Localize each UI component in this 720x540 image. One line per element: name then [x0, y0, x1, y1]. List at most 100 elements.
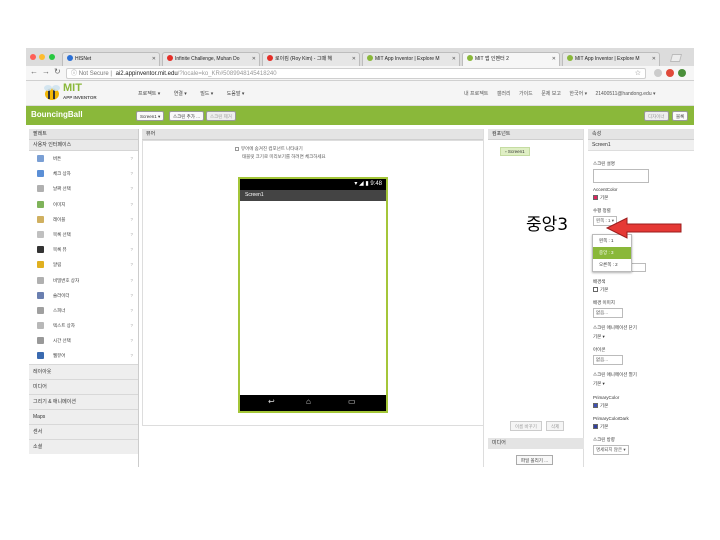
help-icon[interactable]: ?: [130, 273, 133, 288]
background-color-value[interactable]: 기본: [593, 287, 608, 293]
help-icon[interactable]: ?: [130, 227, 133, 242]
palette-category[interactable]: 소셜: [29, 438, 138, 454]
help-icon[interactable]: ?: [130, 333, 133, 348]
menu-report-issue[interactable]: 문제 보고: [541, 91, 561, 97]
tablet-preview-checkbox[interactable]: 태블릿 크기로 미리보기를 하려면 체크하세요: [242, 154, 326, 160]
about-screen-input[interactable]: [593, 169, 649, 183]
palette-category[interactable]: Maps: [29, 408, 138, 424]
bookmark-star-icon[interactable]: ☆: [635, 69, 641, 79]
blocks-button[interactable]: 블록: [672, 111, 689, 121]
close-tab-icon[interactable]: ✕: [652, 53, 656, 66]
palette-item-label: 목록 선택: [53, 231, 71, 237]
palette-item[interactable]: 웹뷰어?: [29, 348, 138, 363]
minimize-window-icon[interactable]: [39, 54, 46, 60]
accent-color-value[interactable]: 기본: [593, 195, 608, 201]
browser-tab-3[interactable]: MIT App Inventor | Explore M ✕: [362, 52, 460, 66]
close-tab-icon[interactable]: ✕: [452, 53, 456, 66]
new-tab-button[interactable]: [669, 54, 683, 62]
browser-tab-2[interactable]: 로이킴 (Roy Kim) - 그때 헤 ✕: [262, 52, 360, 66]
add-screen-button[interactable]: 스크린 추가 ...: [169, 111, 204, 121]
menu-my-projects[interactable]: 내 프로젝트: [464, 91, 488, 97]
help-icon[interactable]: ?: [130, 318, 133, 333]
remove-screen-button[interactable]: 스크린 제거: [206, 111, 236, 121]
extension-icon[interactable]: [654, 69, 662, 77]
open-animation-select[interactable]: 기본 ▾: [593, 381, 605, 387]
menu-build[interactable]: 빌드 ▾: [200, 91, 213, 97]
help-icon[interactable]: ?: [130, 197, 133, 212]
reload-icon[interactable]: ↻: [54, 67, 61, 76]
collapse-icon[interactable]: ▫: [505, 149, 507, 154]
palette-item[interactable]: 시간 선택?: [29, 333, 138, 348]
palette-item-label: 웹뷰어: [53, 353, 66, 359]
help-icon[interactable]: ?: [130, 166, 133, 181]
palette-item[interactable]: 비밀번호 상자?: [29, 273, 138, 288]
menu-gallery[interactable]: 갤러리: [497, 91, 511, 97]
palette-category[interactable]: 미디어: [29, 378, 138, 394]
screen-select-button[interactable]: Screen1 ▾: [136, 111, 165, 121]
palette-item[interactable]: 체크 상자?: [29, 166, 138, 181]
help-icon[interactable]: ?: [130, 181, 133, 196]
palette-category[interactable]: 센서: [29, 423, 138, 439]
window-controls[interactable]: [30, 54, 57, 62]
extension-icon[interactable]: [678, 69, 686, 77]
designer-button[interactable]: 디자이너: [644, 111, 669, 121]
show-hidden-checkbox[interactable]: 뷰어에 숨겨진 컴포넌트 나타내기: [235, 146, 303, 152]
tree-node-screen1[interactable]: ▫ Screen1: [500, 147, 530, 156]
url-input[interactable]: ⓘ Not Secure | ai2.appinventor.mit.edu/?…: [66, 68, 646, 79]
palette-category[interactable]: 레이아웃: [29, 363, 138, 379]
close-tab-icon[interactable]: ✕: [552, 53, 556, 66]
menu-connect[interactable]: 연결 ▾: [174, 91, 187, 97]
palette-item[interactable]: 이미지?: [29, 197, 138, 212]
menu-project[interactable]: 프로젝트 ▾: [138, 91, 160, 97]
checkbox-icon[interactable]: [235, 147, 239, 151]
delete-button[interactable]: 삭제: [546, 421, 565, 431]
logo-text: MIT: [63, 82, 82, 94]
background-image-input[interactable]: 없음...: [593, 308, 623, 318]
browser-tab-1[interactable]: Infinite Challenge, Muhan Do ✕: [162, 52, 260, 66]
rename-button[interactable]: 이름 바꾸기: [510, 421, 542, 431]
menu-guide[interactable]: 가이드: [519, 91, 533, 97]
palette-item[interactable]: 텍스트 상자?: [29, 318, 138, 333]
align-option-right[interactable]: 오른쪽 : 2: [593, 259, 631, 271]
primary-color-value[interactable]: 기본: [593, 403, 608, 409]
browser-tab-0[interactable]: HISNet ✕: [62, 52, 160, 66]
upload-file-button[interactable]: 파일 올리기 ...: [516, 455, 553, 465]
app-inventor-logo[interactable]: MIT APP INVENTOR: [42, 82, 122, 102]
palette-item[interactable]: 버튼?: [29, 151, 138, 166]
help-icon[interactable]: ?: [130, 288, 133, 303]
screen-orientation-select[interactable]: 명세되지 않은 ▾: [593, 445, 629, 455]
help-icon[interactable]: ?: [130, 303, 133, 318]
palette-item[interactable]: 스피너?: [29, 303, 138, 318]
browser-tab-5[interactable]: MIT App Inventor | Explore M ✕: [562, 52, 660, 66]
menu-help[interactable]: 도움말 ▾: [227, 91, 245, 97]
menu-account[interactable]: 21400511@handong.edu ▾: [595, 91, 655, 97]
palette-item[interactable]: 레이블?: [29, 212, 138, 227]
palette-section-user-interface[interactable]: 사용자 인터페이스: [29, 140, 138, 151]
palette-item[interactable]: 날짜 선택?: [29, 181, 138, 196]
help-icon[interactable]: ?: [130, 257, 133, 272]
align-option-center[interactable]: 중앙 : 3: [593, 247, 631, 259]
palette-item[interactable]: 알림?: [29, 257, 138, 272]
palette-category[interactable]: 그리기 & 애니메이션: [29, 393, 138, 409]
extension-icon[interactable]: [666, 69, 674, 77]
primary-color-dark-value[interactable]: 기본: [593, 424, 608, 430]
close-tab-icon[interactable]: ✕: [152, 53, 156, 66]
help-icon[interactable]: ?: [130, 242, 133, 257]
icon-input[interactable]: 없음...: [593, 355, 623, 365]
help-icon[interactable]: ?: [130, 212, 133, 227]
close-window-icon[interactable]: [30, 54, 36, 60]
browser-tab-4[interactable]: MIT 앱 인벤터 2 ✕: [462, 52, 560, 66]
forward-icon[interactable]: →: [42, 67, 50, 76]
close-tab-icon[interactable]: ✕: [352, 53, 356, 66]
palette-item[interactable]: 목록 뷰?: [29, 242, 138, 257]
help-icon[interactable]: ?: [130, 348, 133, 363]
help-icon[interactable]: ?: [130, 151, 133, 166]
close-animation-select[interactable]: 기본 ▾: [593, 334, 605, 340]
maximize-window-icon[interactable]: [48, 54, 55, 60]
info-icon[interactable]: ⓘ: [71, 71, 77, 77]
palette-item[interactable]: 목록 선택?: [29, 227, 138, 242]
palette-item[interactable]: 슬라이더?: [29, 288, 138, 303]
back-icon[interactable]: ←: [30, 67, 38, 76]
menu-language[interactable]: 한국어 ▾: [569, 91, 587, 97]
close-tab-icon[interactable]: ✕: [252, 53, 256, 66]
